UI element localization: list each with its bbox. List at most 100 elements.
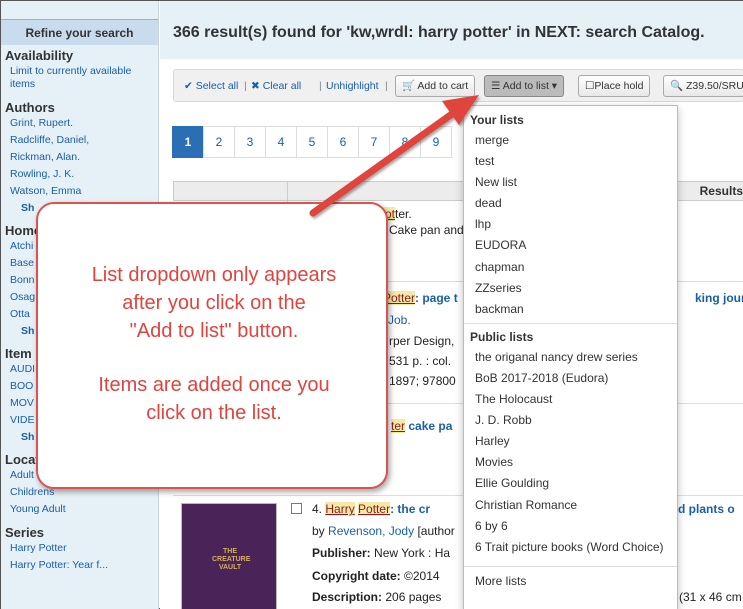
place-hold-button[interactable]: ☐Place hold [578, 75, 651, 97]
result-1-desc: Cake pan and [389, 223, 464, 237]
public-list-option[interactable]: BoB 2017-2018 (Eudora) [464, 368, 677, 389]
public-list-option[interactable]: 6 Trait picture books (Word Choice) [464, 537, 677, 558]
public-list-option[interactable]: The Holocaust [464, 389, 677, 410]
place-hold-label: Place hold [594, 80, 644, 92]
result-4-publisher: Publisher: New York : Ha [312, 546, 450, 560]
list-option[interactable]: merge [464, 130, 677, 151]
public-list-option[interactable]: J. D. Robb [464, 410, 677, 431]
page-link[interactable]: 6 [327, 126, 359, 158]
result-2-title[interactable]: Potter: page t [383, 291, 458, 305]
public-list-option[interactable]: 6 by 6 [464, 516, 677, 537]
result-2-publisher: rper Design, [389, 334, 455, 348]
results-column-header: Results [699, 184, 743, 198]
page-link-current[interactable]: 1 [172, 126, 204, 158]
clear-all-label: Clear all [262, 80, 302, 92]
page-link[interactable]: 3 [234, 126, 266, 158]
page-link[interactable]: 9 [420, 126, 452, 158]
add-to-cart-button[interactable]: 🛒 Add to cart [395, 75, 476, 97]
facet-author-link[interactable]: Watson, Emma [1, 183, 158, 200]
callout-text-line: click on the list. [146, 402, 282, 424]
result-4-description: Description: 206 pages [312, 590, 441, 604]
result-4-role: [author [417, 524, 455, 538]
toolbar-separator: | [319, 80, 322, 92]
facet-series-link[interactable]: Harry Potter [1, 540, 158, 557]
facet-availability-title: Availability [5, 48, 74, 63]
list-option[interactable]: dead [464, 193, 677, 214]
facet-author-link[interactable]: Rowling, J. K. [1, 166, 158, 183]
callout-text-line: after you click on the [122, 292, 306, 314]
result-2-title-end[interactable]: king jour [695, 291, 743, 305]
public-list-option[interactable]: Movies [464, 452, 677, 473]
result-2-author[interactable]: Job. [388, 313, 411, 327]
facet-author-link[interactable]: Rickman, Alan. [1, 149, 158, 166]
callout-text-line: "Add to list" button. [129, 320, 299, 342]
result-4-title[interactable]: 4. Harry Potter: the cr [312, 502, 430, 516]
result-2-isbn: 1897; 97800 [389, 374, 456, 388]
cart-icon: 🛒 [402, 80, 416, 92]
facet-location-link[interactable]: Young Adult [1, 501, 158, 518]
select-all-label: Select all [195, 80, 239, 92]
result-4-title-end[interactable]: d plants o [678, 502, 735, 516]
close-icon: ✖ [251, 80, 263, 92]
page-link[interactable]: 2 [203, 126, 235, 158]
unhighlight-link[interactable]: Unhighlight [326, 80, 379, 92]
facet-series-title: Series [5, 525, 45, 540]
pagination: 1 2 3 4 5 6 7 8 9 [172, 126, 452, 158]
toolbar-separator: | [385, 80, 388, 92]
dropdown-divider [464, 322, 677, 324]
clear-all-link[interactable]: ✖ Clear all [251, 80, 301, 92]
select-all-link[interactable]: ✔ Select all [184, 80, 238, 92]
result-1-title-rest: ter. [395, 207, 412, 221]
page-link[interactable]: 5 [296, 126, 328, 158]
publisher-value: New York : Ha [374, 546, 451, 560]
copyright-value: ©2014 [404, 569, 440, 583]
callout-text-line: Items are added once you [98, 374, 330, 396]
list-option[interactable]: chapman [464, 257, 677, 278]
result-4-author[interactable]: Revenson, Jody [328, 524, 414, 538]
list-option[interactable]: lhp [464, 214, 677, 235]
new-list-option[interactable]: New list [464, 172, 677, 193]
result-2-title-end-label: king jour [695, 291, 743, 305]
result-4-number: 4. [312, 502, 323, 516]
results-toolbar: ✔ Select all | ✖ Clear all | Unhighlight… [173, 69, 743, 102]
list-option[interactable]: backman [464, 299, 677, 320]
results-heading-bar: 366 result(s) found for 'kw,wrdl: harry … [160, 1, 743, 59]
public-list-option[interactable]: the origanal nancy drew series [464, 347, 677, 368]
page-link[interactable]: 7 [358, 126, 390, 158]
dropdown-divider [464, 565, 677, 567]
facet-available-link[interactable]: Limit to currently available items [1, 63, 158, 93]
page-link[interactable]: 4 [265, 126, 297, 158]
facet-series-link[interactable]: Harry Potter: Year f... [1, 557, 158, 574]
list-option[interactable]: ZZseries [464, 278, 677, 299]
add-to-cart-label: Add to cart [417, 80, 469, 92]
add-to-list-button[interactable]: ☰ Add to list ▾ [484, 75, 565, 97]
by-label: by [312, 524, 325, 538]
more-lists-option[interactable]: More lists [464, 571, 677, 592]
highlighted-term: ter [391, 419, 406, 433]
z3950-search-button[interactable]: 🔍 Z39.50/SRU se [663, 75, 743, 97]
facet-authors-title: Authors [5, 100, 55, 115]
list-icon: ☰ [491, 80, 501, 92]
result-4-title-rest: : the cr [390, 502, 431, 516]
list-option[interactable]: test [464, 151, 677, 172]
facet-author-link[interactable]: Radcliffe, Daniel, [1, 132, 158, 149]
check-icon: ✔ [184, 80, 196, 92]
list-option[interactable]: EUDORA [464, 235, 677, 256]
select-result-checkbox[interactable] [291, 503, 302, 514]
column-divider [287, 182, 288, 202]
page-link[interactable]: 8 [389, 126, 421, 158]
book-cover-image[interactable]: THE CREATURE VAULT [181, 503, 277, 609]
public-lists-header: Public lists [470, 329, 534, 344]
search-icon: 🔍 [670, 80, 684, 92]
public-list-option[interactable]: Ellie Goulding [464, 473, 677, 494]
add-to-list-dropdown: Your lists merge test New list dead lhp … [463, 105, 678, 609]
result-3-title[interactable]: ter cake pa [391, 419, 452, 433]
public-list-option[interactable]: Christian Romance [464, 495, 677, 516]
facet-author-link[interactable]: Grint, Rupert. [1, 115, 158, 132]
public-list-option[interactable]: Harley [464, 431, 677, 452]
cover-title-text: THE CREATURE VAULT [212, 548, 251, 571]
add-to-list-label: Add to list [502, 80, 549, 92]
result-3-title-rest: cake pa [408, 419, 453, 433]
description-value: 206 pages [385, 590, 442, 604]
caret-down-icon: ▾ [551, 80, 558, 92]
